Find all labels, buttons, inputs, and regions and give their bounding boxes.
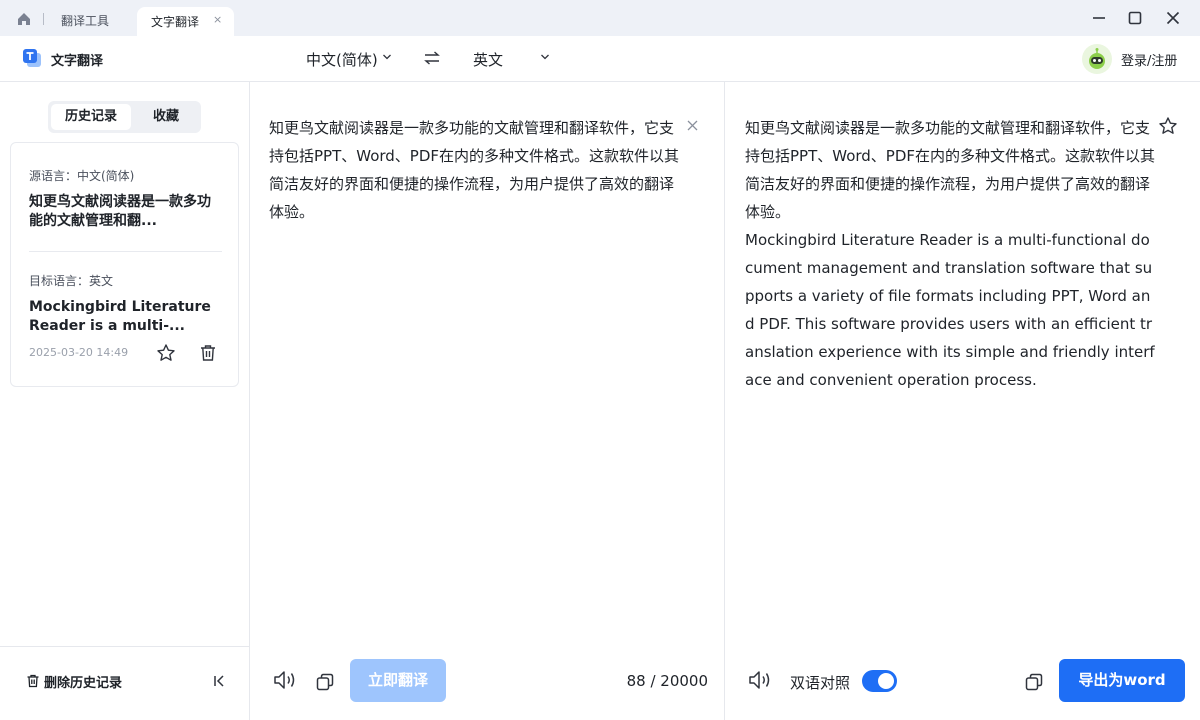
source-text-input[interactable]: 知更鸟文献阅读器是一款多功能的文献管理和翻译软件，它支持包括PPT、Word、P… [269, 114, 687, 226]
copy-icon[interactable] [316, 673, 334, 691]
tab-separator [43, 13, 44, 25]
source-panel: 知更鸟文献阅读器是一款多功能的文献管理和翻译软件，它支持包括PPT、Word、P… [250, 82, 725, 720]
record-target-text: Mockingbird Literature Reader is a multi… [29, 299, 211, 334]
maximize-icon[interactable] [1126, 9, 1144, 27]
translation-result-text: Mockingbird Literature Reader is a multi… [745, 231, 1155, 389]
bilingual-toggle-label: 双语对照 [790, 674, 851, 692]
star-icon[interactable] [156, 343, 176, 363]
divider [0, 646, 249, 647]
minimize-icon[interactable] [1090, 9, 1108, 27]
character-count: 88 / 20000 [626, 672, 708, 690]
close-icon[interactable] [1164, 9, 1182, 27]
record-source-text: 知更鸟文献阅读器是一款多功能的文献管理和翻... [29, 194, 211, 229]
translation-output: 知更鸟文献阅读器是一款多功能的文献管理和翻译软件，它支持包括PPT、Word、P… [745, 114, 1157, 394]
avatar[interactable] [1082, 44, 1112, 74]
speaker-icon[interactable] [272, 669, 298, 691]
target-panel: 知更鸟文献阅读器是一款多功能的文献管理和翻译软件，它支持包括PPT、Word、P… [725, 82, 1200, 720]
history-record-card[interactable]: 源语言：中文(简体) 知更鸟文献阅读器是一款多功能的文献管理和翻... 目标语言… [10, 142, 239, 387]
trash-icon [27, 674, 39, 688]
chevron-down-icon[interactable] [540, 52, 550, 62]
copy-icon[interactable] [1025, 673, 1043, 691]
bilingual-toggle[interactable] [862, 670, 897, 692]
target-language-select[interactable]: 英文 [473, 49, 503, 70]
clear-text-icon[interactable] [686, 119, 699, 132]
robot-avatar-icon [1089, 48, 1105, 69]
tab-close-icon[interactable]: × [213, 13, 222, 26]
tab-favorites[interactable]: 收藏 [134, 104, 198, 130]
record-timestamp: 2025-03-20 14:49 [29, 346, 129, 359]
tab-text-translate[interactable]: 文字翻译 × [137, 7, 234, 36]
home-icon[interactable] [16, 11, 32, 27]
record-source-language: 源语言：中文(简体) [29, 169, 135, 183]
history-sidebar: 历史记录 收藏 源语言：中文(简体) 知更鸟文献阅读器是一款多功能的文献管理和翻… [0, 82, 250, 720]
export-word-button[interactable]: 导出为word [1059, 659, 1185, 702]
translate-button[interactable]: 立即翻译 [350, 659, 446, 702]
translation-source-text: 知更鸟文献阅读器是一款多功能的文献管理和翻译软件，它支持包括PPT、Word、P… [745, 119, 1156, 221]
app-title: 文字翻译 [51, 54, 104, 69]
app-header: 文字翻译 中文(简体) 英文 登录/注册 [0, 36, 1200, 82]
toggle-knob [878, 673, 894, 689]
speaker-icon[interactable] [747, 669, 773, 691]
divider [29, 251, 222, 252]
tab-translate-tools[interactable]: 翻译工具 [61, 12, 109, 29]
tab-label: 文字翻译 [151, 15, 200, 29]
source-language-select[interactable]: 中文(简体) [306, 49, 378, 70]
trash-icon[interactable] [199, 344, 217, 362]
app-logo-icon [23, 49, 41, 67]
login-link[interactable]: 登录/注册 [1121, 50, 1177, 69]
history-segment-control: 历史记录 收藏 [48, 101, 201, 133]
star-icon[interactable] [1158, 116, 1178, 136]
collapse-sidebar-icon[interactable] [211, 673, 227, 689]
tab-history[interactable]: 历史记录 [51, 104, 131, 130]
title-bar: 翻译工具 文字翻译 × [0, 0, 1200, 36]
clear-history-button[interactable]: 删除历史记录 [26, 672, 123, 691]
clear-history-label: 删除历史记录 [44, 675, 123, 691]
chevron-down-icon[interactable] [382, 52, 392, 62]
swap-languages-icon[interactable] [424, 51, 440, 65]
record-target-language: 目标语言：英文 [29, 274, 114, 288]
